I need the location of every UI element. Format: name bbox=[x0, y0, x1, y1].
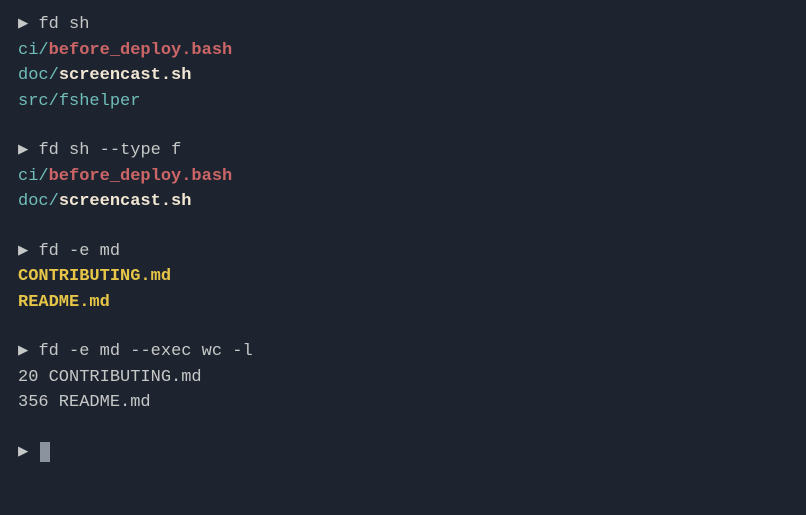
output-line: doc/screencast.sh bbox=[18, 63, 788, 89]
active-prompt-line[interactable]: ▶ bbox=[18, 440, 788, 466]
prompt-icon: ▶ bbox=[18, 342, 28, 361]
output-line: doc/screencast.sh bbox=[18, 189, 788, 215]
path-file: fshelper bbox=[59, 92, 141, 111]
output-file: CONTRIBUTING.md bbox=[18, 267, 171, 286]
prompt-icon: ▶ bbox=[18, 141, 28, 160]
path-file: before_deploy.bash bbox=[49, 41, 233, 60]
output-line: README.md bbox=[18, 290, 788, 316]
prompt-line: ▶ fd -e md bbox=[18, 239, 788, 265]
path-dir: doc/ bbox=[18, 66, 59, 85]
prompt-line: ▶ fd sh bbox=[18, 12, 788, 38]
command-text: fd -e md bbox=[38, 242, 120, 261]
command-block-4: ▶ fd -e md --exec wc -l 20 CONTRIBUTING.… bbox=[18, 339, 788, 416]
command-text: fd -e md --exec wc -l bbox=[38, 342, 252, 361]
cursor bbox=[40, 442, 50, 462]
command-block-1: ▶ fd sh ci/before_deploy.bash doc/screen… bbox=[18, 12, 788, 114]
output-file: README.md bbox=[18, 293, 110, 312]
output-line: ci/before_deploy.bash bbox=[18, 164, 788, 190]
command-block-2: ▶ fd sh --type f ci/before_deploy.bash d… bbox=[18, 138, 788, 215]
path-file: screencast.sh bbox=[59, 66, 192, 85]
command-text: fd sh --type f bbox=[38, 141, 181, 160]
path-dir: ci/ bbox=[18, 167, 49, 186]
command-block-3: ▶ fd -e md CONTRIBUTING.md README.md bbox=[18, 239, 788, 316]
path-dir: src/ bbox=[18, 92, 59, 111]
terminal-output: ▶ fd sh ci/before_deploy.bash doc/screen… bbox=[18, 12, 788, 465]
prompt-icon: ▶ bbox=[18, 242, 28, 261]
output-line: 356 README.md bbox=[18, 390, 788, 416]
prompt-line: ▶ fd -e md --exec wc -l bbox=[18, 339, 788, 365]
output-line: src/fshelper bbox=[18, 89, 788, 115]
output-line: 20 CONTRIBUTING.md bbox=[18, 365, 788, 391]
path-file: screencast.sh bbox=[59, 192, 192, 211]
path-file: before_deploy.bash bbox=[49, 167, 233, 186]
prompt-line: ▶ fd sh --type f bbox=[18, 138, 788, 164]
output-line: ci/before_deploy.bash bbox=[18, 38, 788, 64]
output-line: CONTRIBUTING.md bbox=[18, 264, 788, 290]
command-text: fd sh bbox=[38, 15, 89, 34]
prompt-icon: ▶ bbox=[18, 15, 28, 34]
prompt-icon: ▶ bbox=[18, 443, 28, 462]
path-dir: doc/ bbox=[18, 192, 59, 211]
path-dir: ci/ bbox=[18, 41, 49, 60]
